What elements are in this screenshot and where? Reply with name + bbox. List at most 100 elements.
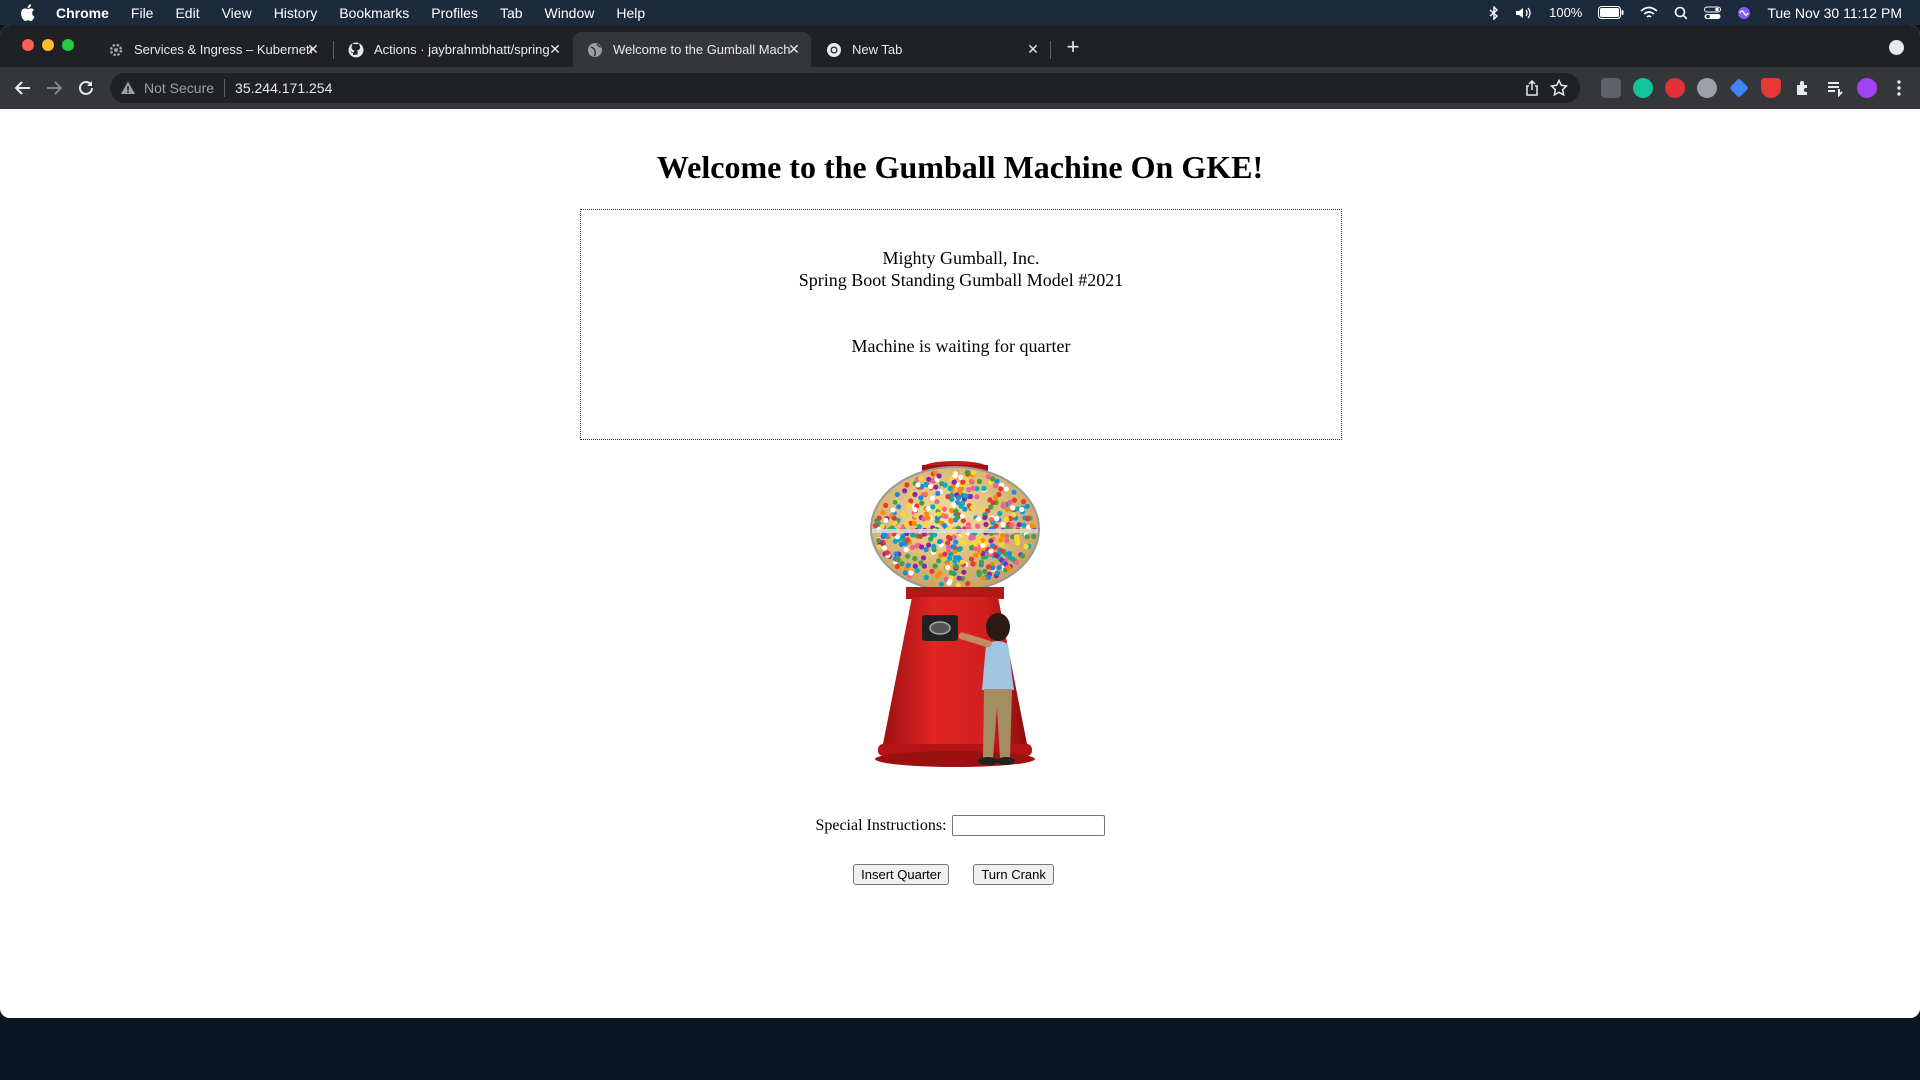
grammarly-icon[interactable] bbox=[1633, 78, 1653, 98]
profile-avatar[interactable] bbox=[1857, 78, 1877, 98]
gumball bbox=[974, 494, 980, 500]
new-tab-plus-icon[interactable]: + bbox=[1063, 36, 1083, 58]
back-arrow-icon[interactable] bbox=[12, 77, 34, 99]
gumball bbox=[932, 563, 938, 569]
extension-diamond-icon[interactable] bbox=[1729, 78, 1749, 98]
gumball bbox=[959, 559, 965, 565]
gumball bbox=[999, 542, 1005, 548]
spotlight-search-icon[interactable] bbox=[1674, 6, 1688, 20]
gumball bbox=[1009, 522, 1015, 528]
tab-gumball-active[interactable]: Welcome to the Gumball Machine ✕ bbox=[573, 32, 811, 67]
extension-shield-icon[interactable] bbox=[1761, 78, 1781, 98]
share-icon[interactable] bbox=[1524, 79, 1540, 96]
gumball bbox=[947, 555, 953, 561]
gumball bbox=[1003, 486, 1009, 492]
gumball bbox=[933, 484, 939, 490]
menu-window[interactable]: Window bbox=[545, 5, 595, 21]
gumball bbox=[903, 547, 909, 553]
menu-profiles[interactable]: Profiles bbox=[431, 5, 478, 21]
menu-bookmarks[interactable]: Bookmarks bbox=[339, 5, 409, 21]
gumball bbox=[892, 520, 898, 526]
extension-hypothesis-icon[interactable] bbox=[1601, 78, 1621, 98]
adblock-plus-icon[interactable] bbox=[1665, 78, 1685, 98]
tab-search-icon[interactable] bbox=[1889, 40, 1904, 55]
gumball bbox=[983, 521, 989, 528]
reading-list-icon[interactable] bbox=[1825, 78, 1845, 98]
bluetooth-icon[interactable] bbox=[1489, 5, 1499, 20]
page-title: Welcome to the Gumball Machine On GKE! bbox=[656, 149, 1264, 185]
gumball bbox=[975, 535, 982, 541]
gumball bbox=[951, 479, 957, 485]
gumball bbox=[988, 516, 994, 523]
wifi-icon[interactable] bbox=[1640, 6, 1658, 20]
page-content: Welcome to the Gumball Machine On GKE! M… bbox=[0, 109, 1920, 1018]
gumball bbox=[959, 513, 965, 519]
gumball bbox=[941, 523, 948, 529]
close-icon[interactable]: ✕ bbox=[787, 42, 801, 56]
gumball bbox=[920, 555, 927, 561]
gumball bbox=[1011, 512, 1017, 518]
company-name: Mighty Gumball, Inc. bbox=[882, 248, 1040, 268]
menu-edit[interactable]: Edit bbox=[175, 5, 199, 21]
menu-history[interactable]: History bbox=[274, 5, 318, 21]
globe-icon bbox=[587, 42, 603, 58]
gumball bbox=[951, 502, 957, 508]
gumball bbox=[945, 494, 951, 500]
gumball bbox=[986, 574, 992, 580]
window-zoom-button[interactable] bbox=[62, 39, 74, 51]
gumball bbox=[926, 542, 932, 548]
gumball bbox=[951, 534, 957, 540]
tab-github-actions[interactable]: Actions · jaybrahmbhatt/spring ✕ bbox=[334, 32, 572, 67]
warning-triangle-icon[interactable] bbox=[120, 80, 136, 96]
gumball bbox=[873, 523, 879, 529]
menu-file[interactable]: File bbox=[131, 5, 154, 21]
gumball bbox=[882, 533, 888, 539]
security-label[interactable]: Not Secure bbox=[144, 80, 214, 96]
gumball bbox=[1010, 505, 1016, 511]
gumball bbox=[956, 546, 962, 552]
gumball bbox=[931, 543, 937, 550]
gumball bbox=[947, 485, 953, 492]
battery-icon[interactable] bbox=[1598, 6, 1624, 19]
gumball bbox=[1004, 516, 1010, 523]
extensions-puzzle-icon[interactable] bbox=[1793, 78, 1813, 98]
volume-icon[interactable] bbox=[1515, 6, 1533, 20]
tab-kubernetes[interactable]: Services & Ingress – Kubernetes ✕ bbox=[94, 32, 330, 67]
insert-quarter-button[interactable]: Insert Quarter bbox=[853, 864, 950, 885]
gumball bbox=[898, 541, 904, 547]
close-icon[interactable]: ✕ bbox=[306, 42, 320, 56]
control-center-icon[interactable] bbox=[1704, 6, 1722, 20]
gumball bbox=[899, 561, 905, 567]
tab-new-tab[interactable]: New Tab ✕ bbox=[812, 32, 1050, 67]
reload-icon[interactable] bbox=[75, 77, 97, 99]
menu-view[interactable]: View bbox=[222, 5, 252, 21]
special-instructions-row: Special Instructions: bbox=[0, 815, 1920, 836]
menu-app-name[interactable]: Chrome bbox=[56, 5, 109, 21]
gumball bbox=[921, 516, 927, 522]
menu-help[interactable]: Help bbox=[616, 5, 645, 21]
extension-circle-icon[interactable] bbox=[1697, 78, 1717, 98]
close-icon[interactable]: ✕ bbox=[1026, 42, 1040, 56]
gumball bbox=[1016, 522, 1022, 528]
forward-arrow-icon[interactable] bbox=[43, 77, 65, 99]
menu-tab[interactable]: Tab bbox=[500, 5, 523, 21]
gumball-machine-image bbox=[860, 459, 1050, 771]
special-instructions-input[interactable] bbox=[951, 815, 1105, 836]
address-bar[interactable]: Not Secure 35.244.171.254 bbox=[110, 73, 1580, 103]
gumball bbox=[943, 513, 949, 519]
gumball bbox=[1020, 553, 1026, 559]
gumball bbox=[918, 495, 924, 501]
siri-icon[interactable] bbox=[1737, 6, 1751, 20]
bookmark-star-icon[interactable] bbox=[1549, 78, 1569, 97]
turn-crank-button[interactable]: Turn Crank bbox=[973, 864, 1054, 885]
window-minimize-button[interactable] bbox=[42, 39, 54, 51]
close-icon[interactable]: ✕ bbox=[548, 42, 562, 56]
gumball bbox=[957, 486, 963, 492]
window-close-button[interactable] bbox=[22, 39, 34, 51]
url-text[interactable]: 35.244.171.254 bbox=[235, 80, 332, 96]
chrome-menu-icon[interactable] bbox=[1889, 78, 1909, 98]
gumball bbox=[1004, 538, 1010, 544]
gumball bbox=[915, 482, 921, 488]
apple-icon[interactable] bbox=[20, 4, 38, 21]
menubar-clock[interactable]: Tue Nov 30 11:12 PM bbox=[1767, 5, 1902, 21]
